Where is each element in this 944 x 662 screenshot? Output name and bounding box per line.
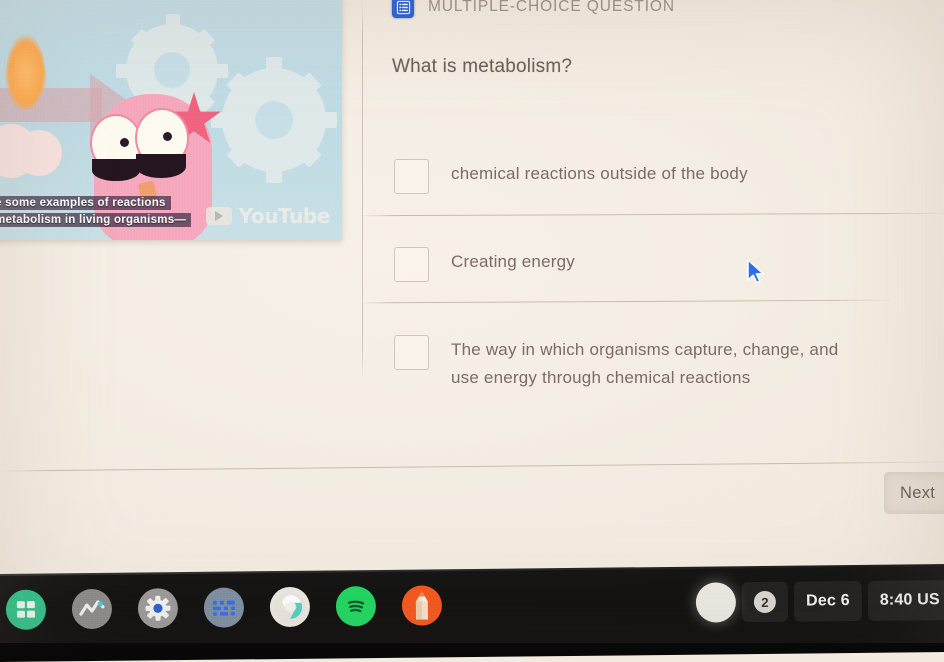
- answer-checkbox-3[interactable]: [394, 335, 429, 370]
- taskbar-app-list: [5, 585, 443, 630]
- gear-icon-small: [211, 57, 337, 183]
- next-button-label: Next: [900, 483, 936, 502]
- background-blob-left-2: [16, 130, 62, 176]
- question-type-label: MULTIPLE-CHOICE QUESTION: [428, 0, 675, 15]
- taskbar: 2 Dec 6 8:40 US: [0, 561, 944, 662]
- answer-option-2[interactable]: Creating energy: [362, 220, 944, 308]
- answer-option-label-3: The way in which organisms capture, chan…: [451, 340, 839, 387]
- screen-photo: MULTIPLE-CHOICE QUESTION What is metabol…: [0, 0, 944, 662]
- grid-apps-icon[interactable]: [203, 587, 245, 628]
- pencil-draw-icon[interactable]: [401, 585, 443, 626]
- character-pupil-left: [120, 138, 129, 147]
- answer-option-label-1: chemical reactions outside of the body: [451, 164, 748, 183]
- answer-option-3[interactable]: The way in which organisms capture, chan…: [362, 308, 944, 418]
- youtube-watermark: YouTube: [205, 204, 331, 228]
- taskbar-time[interactable]: 8:40 US: [867, 580, 944, 621]
- answer-option-label-2: Creating energy: [451, 252, 575, 271]
- chrome-browser-icon[interactable]: [269, 586, 311, 628]
- character-mustache-right: [136, 154, 186, 178]
- video-thumbnail[interactable]: e some examples of reactions metabolism …: [0, 0, 342, 240]
- taskbar-date[interactable]: Dec 6: [793, 580, 862, 622]
- youtube-play-icon: [205, 207, 232, 225]
- spotify-icon[interactable]: [335, 586, 377, 627]
- answer-checkbox-2[interactable]: [394, 247, 429, 282]
- question-type-header: MULTIPLE-CHOICE QUESTION: [392, 0, 675, 18]
- character-mustache-left: [92, 159, 140, 181]
- answer-option-1[interactable]: chemical reactions outside of the body: [362, 132, 944, 220]
- answer-options-list: chemical reactions outside of the body C…: [362, 132, 944, 418]
- video-caption-line-2: metabolism in living organisms—: [0, 213, 192, 227]
- gear-settings-icon[interactable]: [137, 588, 179, 629]
- answer-checkbox-1[interactable]: [394, 159, 429, 194]
- status-indicator[interactable]: [695, 582, 737, 623]
- activity-chart-icon[interactable]: [71, 588, 113, 630]
- launcher-icon[interactable]: [5, 589, 47, 630]
- list-form-icon: [392, 0, 414, 18]
- notification-count: 2: [753, 590, 777, 614]
- taskbar-status-area: 2 Dec 6 8:40 US: [695, 580, 944, 623]
- next-button[interactable]: Next: [884, 472, 944, 514]
- footer-divider: [0, 461, 944, 472]
- video-caption-line-1: e some examples of reactions: [0, 196, 171, 210]
- arrow-cursor: [745, 258, 767, 291]
- youtube-wordmark: YouTube: [238, 204, 331, 228]
- notification-badge-pill[interactable]: 2: [741, 581, 789, 623]
- character-pupil-right: [163, 132, 172, 141]
- question-title: What is metabolism?: [392, 56, 573, 77]
